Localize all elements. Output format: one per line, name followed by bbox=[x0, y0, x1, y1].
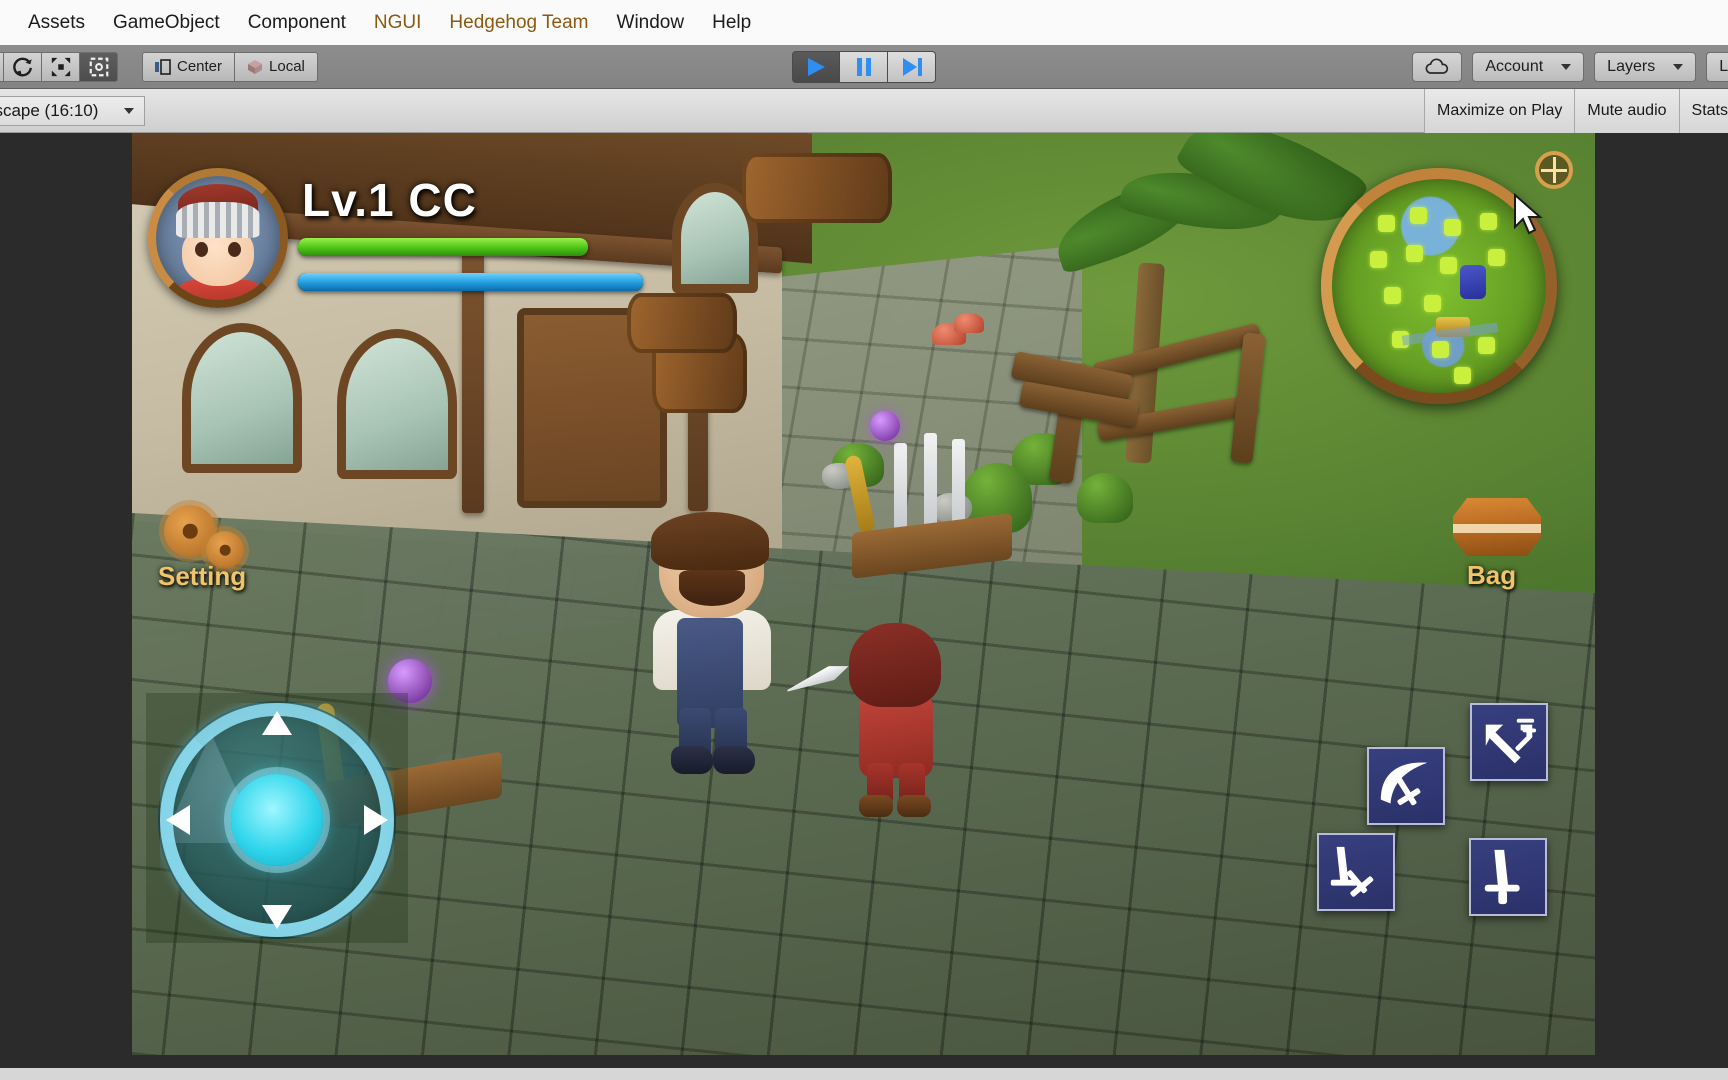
stats-toggle[interactable]: Stats bbox=[1678, 89, 1728, 133]
cube-icon bbox=[248, 59, 263, 74]
pivot-icon bbox=[155, 58, 171, 75]
aspect-ratio-dropdown[interactable]: dscape (16:10) bbox=[0, 95, 146, 126]
scale-tool-icon bbox=[51, 57, 70, 76]
npc-beard bbox=[679, 570, 745, 606]
game-view-viewport[interactable]: Lv.1 CC Setting Bag bbox=[0, 133, 1728, 1068]
menu-item-window[interactable]: Window bbox=[603, 0, 699, 45]
chevron-down-icon bbox=[124, 107, 135, 114]
rect-tool-button[interactable] bbox=[80, 51, 118, 82]
toolbar-right-group: Account Layers Lay bbox=[1412, 45, 1728, 89]
viewport-left-gutter bbox=[0, 133, 132, 1068]
aspect-ratio-label: dscape (16:10) bbox=[0, 100, 99, 120]
game-view-toolbar: dscape (16:10) Maximize on Play Mute aud… bbox=[0, 89, 1728, 133]
pause-icon bbox=[856, 57, 871, 76]
weapon-rack-prop bbox=[844, 411, 1012, 583]
chevron-down-icon bbox=[1673, 64, 1684, 70]
pivot-space-group: Center Local bbox=[142, 51, 318, 82]
cloud-icon bbox=[1425, 58, 1449, 74]
scene-render bbox=[132, 133, 1595, 1055]
status-bar bbox=[0, 1068, 1728, 1080]
rendered-game-scene[interactable]: Lv.1 CC Setting Bag bbox=[132, 133, 1595, 1055]
account-label: Account bbox=[1485, 58, 1544, 75]
magic-orb bbox=[870, 411, 900, 441]
villager-npc[interactable] bbox=[637, 512, 787, 774]
maximize-on-play-toggle[interactable]: Maximize on Play bbox=[1423, 89, 1575, 133]
menu-item-component[interactable]: Component bbox=[234, 0, 360, 45]
cloud-services-button[interactable] bbox=[1412, 52, 1463, 82]
pivot-mode-button[interactable]: Center bbox=[142, 51, 236, 82]
viewport-right-gutter bbox=[1595, 133, 1728, 1068]
menu-item-help[interactable]: Help bbox=[698, 0, 765, 45]
rack-stand bbox=[852, 513, 1012, 579]
hero-hair bbox=[849, 623, 941, 707]
menu-item-assets[interactable]: Assets bbox=[14, 0, 99, 45]
layers-dropdown[interactable]: Layers bbox=[1594, 52, 1697, 82]
account-dropdown[interactable]: Account bbox=[1472, 52, 1585, 82]
menu-bar: Assets GameObject Component NGUI Hedgeho… bbox=[0, 0, 1728, 45]
npc-boot bbox=[671, 746, 713, 774]
chevron-down-icon bbox=[1561, 64, 1572, 70]
layout-dropdown[interactable]: Lay bbox=[1706, 52, 1728, 82]
play-icon bbox=[808, 57, 825, 76]
hero-boot bbox=[859, 795, 893, 817]
space-mode-label: Local bbox=[269, 58, 305, 75]
pivot-mode-label: Center bbox=[177, 58, 223, 75]
step-button[interactable] bbox=[888, 50, 936, 83]
player-character[interactable] bbox=[837, 623, 947, 817]
npc-hair bbox=[651, 512, 769, 570]
house-window bbox=[182, 323, 302, 473]
house-post bbox=[462, 253, 484, 513]
crate-prop bbox=[627, 293, 737, 353]
magic-orb bbox=[388, 659, 432, 703]
menu-item-hedgehog-team[interactable]: Hedgehog Team bbox=[435, 0, 602, 45]
play-controls bbox=[792, 50, 936, 83]
hero-boot bbox=[897, 795, 931, 817]
menu-item-gameobject[interactable]: GameObject bbox=[99, 0, 234, 45]
main-toolbar: Center Local Account Layers L bbox=[0, 45, 1728, 89]
scale-tool-button[interactable] bbox=[42, 51, 80, 82]
layers-label: Layers bbox=[1607, 58, 1656, 75]
game-view-toggles: Maximize on Play Mute audio Stats bbox=[1423, 89, 1728, 133]
rotate-tool-button[interactable] bbox=[4, 51, 42, 82]
space-mode-button[interactable]: Local bbox=[235, 51, 318, 82]
mushroom-prop bbox=[954, 313, 984, 333]
house-window bbox=[337, 329, 457, 479]
npc-boot bbox=[713, 746, 755, 774]
step-icon bbox=[902, 57, 922, 76]
bush-prop bbox=[1077, 473, 1133, 523]
play-button[interactable] bbox=[792, 50, 840, 83]
unity-editor-window: Assets GameObject Component NGUI Hedgeho… bbox=[0, 0, 1728, 1080]
bow-rack-prop bbox=[302, 659, 502, 833]
layout-label: Lay bbox=[1719, 58, 1728, 75]
pause-button[interactable] bbox=[840, 50, 888, 83]
rotate-tool-icon bbox=[12, 57, 32, 76]
rect-tool-icon bbox=[89, 57, 108, 76]
menu-item-ngui[interactable]: NGUI bbox=[360, 0, 436, 45]
mute-audio-toggle[interactable]: Mute audio bbox=[1574, 89, 1679, 133]
market-stall bbox=[742, 153, 892, 223]
